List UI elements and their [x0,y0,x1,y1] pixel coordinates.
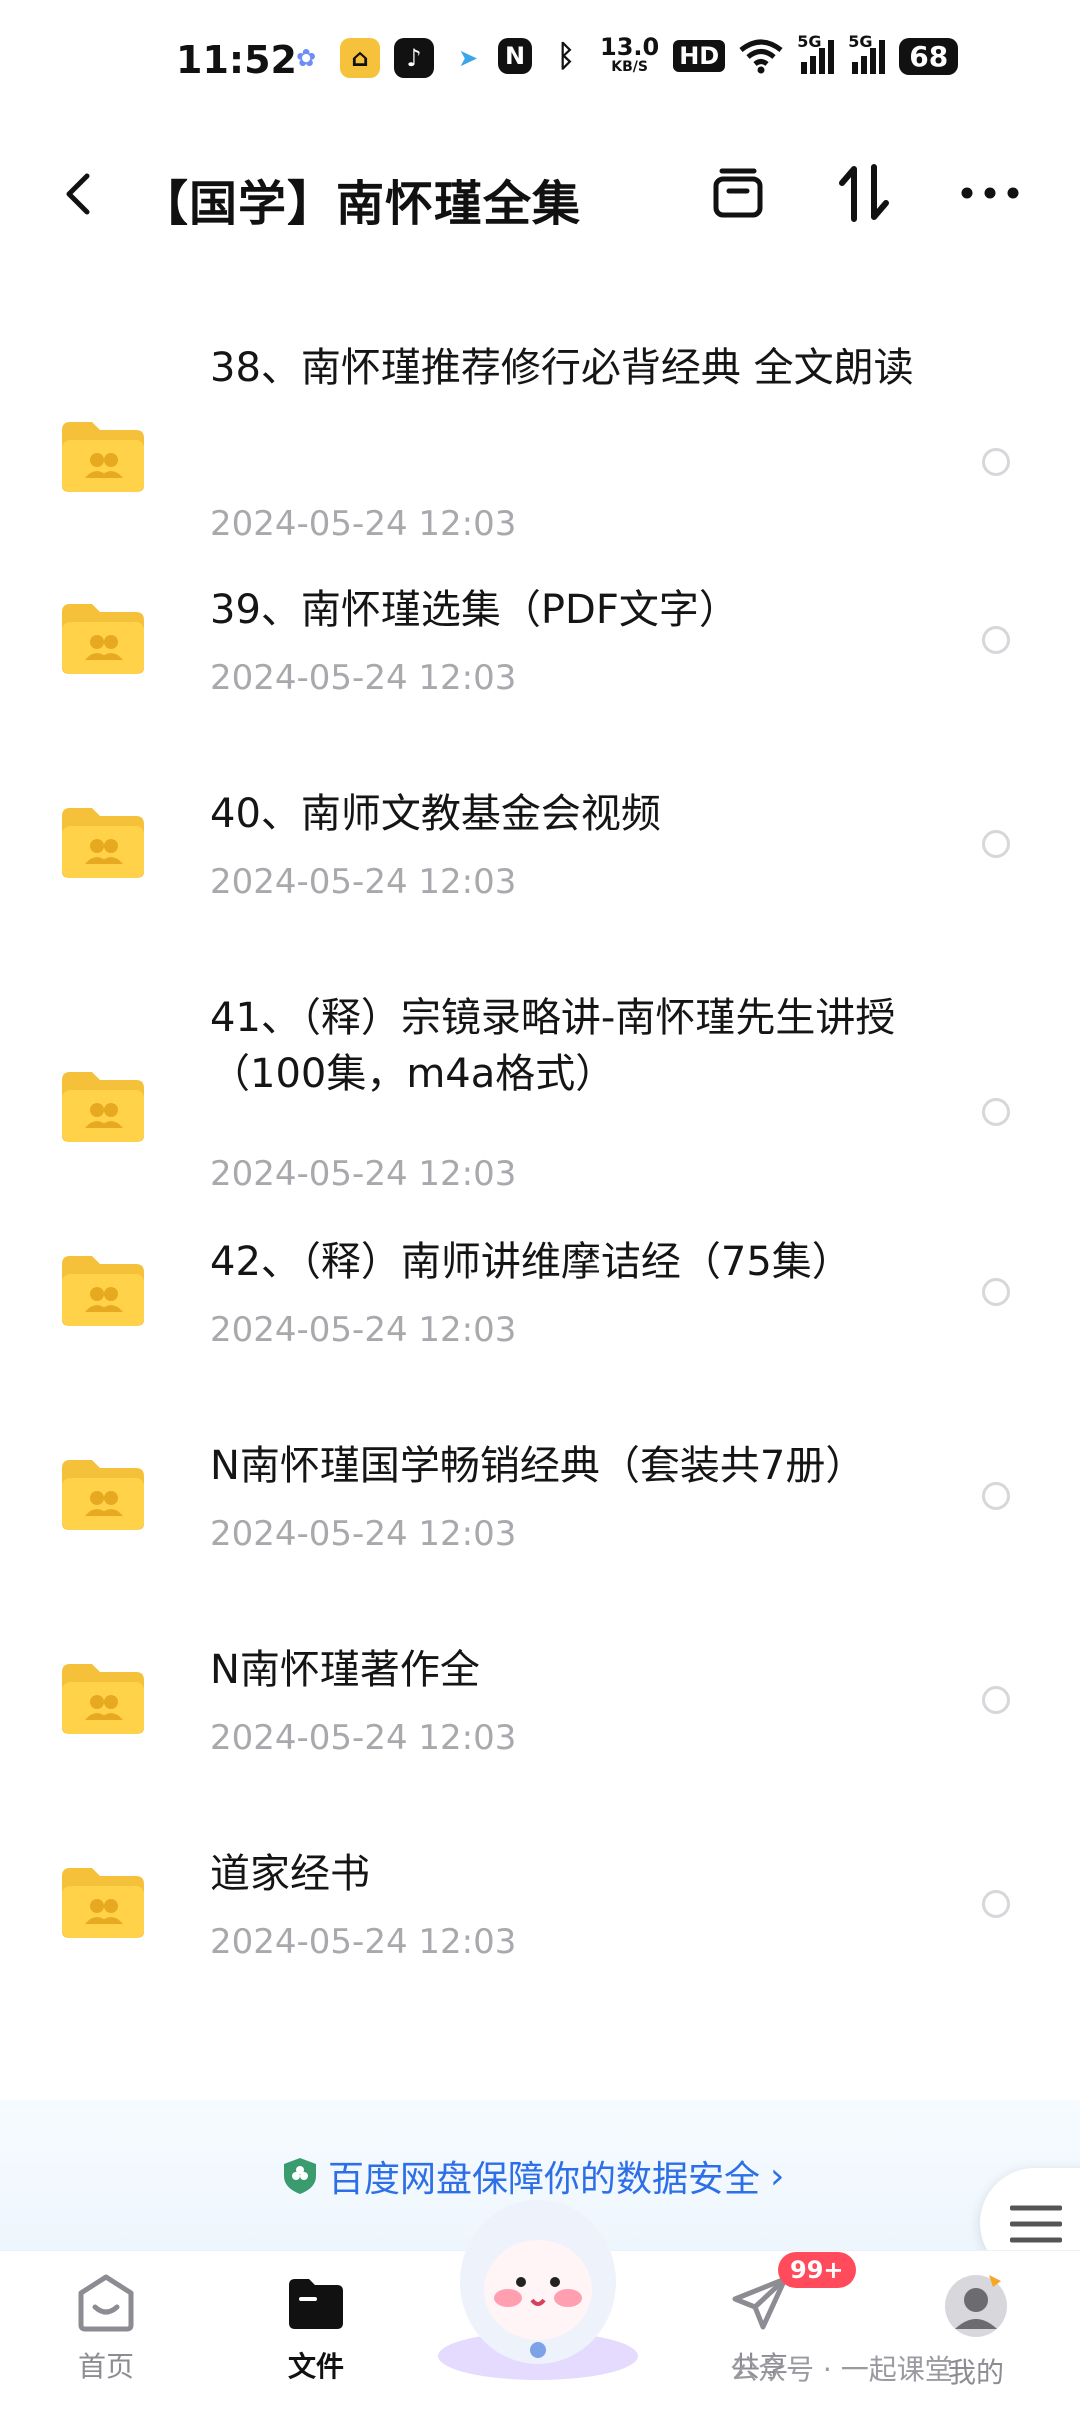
battery-indicator: 68 [899,37,959,75]
file-name: 41、（释）宗镜录略讲-南怀瑾先生讲授（100集，m4a格式） [210,995,896,1097]
bluetooth-icon: ᛒ [557,38,575,74]
mascot-center-button[interactable] [428,2186,648,2382]
tiktok-icon: ♪ [394,38,434,78]
telegram-icon: ➤ [457,44,479,72]
shared-folder-icon [62,604,144,674]
back-icon [66,173,90,215]
shared-folder-icon [62,808,144,878]
signal-5g-1-icon: 5G [797,32,835,74]
file-row[interactable]: 40、南师文教基金会视频 2024-05-24 12:03 [0,786,1080,906]
avatar [945,2275,1007,2337]
shield-icon [284,2158,316,2194]
wifi-icon [739,39,783,74]
select-checkbox[interactable] [982,626,1010,654]
chevron-right-icon: › [770,2155,785,2197]
file-date: 2024-05-24 12:03 [210,1154,517,1194]
file-date: 2024-05-24 12:03 [210,504,517,544]
page-title: 【国学】南怀瑾全集 [140,176,582,232]
share-badge: 99+ [778,2252,856,2288]
file-row[interactable]: N南怀瑾国学畅销经典（套装共7册） 2024-05-24 12:03 [0,1438,1080,1558]
file-row[interactable]: N南怀瑾著作全 2024-05-24 12:03 [0,1642,1080,1762]
nav-files-label: 文件 [287,2350,344,2383]
network-speed: 13.0 KB/S [600,33,660,76]
shared-folder-icon [62,422,144,492]
select-checkbox[interactable] [982,830,1010,858]
shared-folder-icon [62,1072,144,1142]
sort-icon [839,164,889,222]
home-icon [78,2274,134,2332]
file-name: 39、南怀瑾选集（PDF文字） [210,587,739,633]
system-icons: N ᛒ 13.0 KB/S HD 5G 5G 68 [498,32,959,76]
more-button[interactable] [955,158,1025,228]
select-checkbox[interactable] [982,1278,1010,1306]
back-button[interactable] [48,164,108,224]
shared-folder-icon [62,1460,144,1530]
signal-5g-2-icon: 5G [848,32,886,74]
shared-folder-icon [62,1256,144,1326]
file-row[interactable]: 41、（释）宗镜录略讲-南怀瑾先生讲授（100集，m4a格式） 2024-05-… [0,990,1080,1194]
folder-tab-icon [289,2279,343,2329]
file-name: 38、南怀瑾推荐修行必背经典 全文朗读 [210,345,914,391]
speed-value: 13.0 [600,33,660,61]
select-checkbox[interactable] [982,1686,1010,1714]
select-checkbox[interactable] [982,1482,1010,1510]
select-checkbox[interactable] [982,1890,1010,1918]
file-row[interactable]: 38、南怀瑾推荐修行必背经典 全文朗读 2024-05-24 12:03 [0,340,1080,544]
file-date: 2024-05-24 12:03 [210,862,517,902]
shared-folder-icon [62,1664,144,1734]
file-row[interactable]: 道家经书 2024-05-24 12:03 [0,1846,1080,1966]
more-icon [961,187,1019,199]
app-flower-icon: ✿ [295,44,317,72]
nav-files[interactable]: 文件 [236,2273,396,2385]
file-date: 2024-05-24 12:03 [210,1922,517,1962]
file-row[interactable]: 42、（释）南师讲维摩诘经（75集） 2024-05-24 12:03 [0,1234,1080,1354]
hd-icon: HD [673,40,726,72]
file-name: 40、南师文教基金会视频 [210,791,661,837]
file-name: N南怀瑾著作全 [210,1647,480,1693]
watermark: 公众号 · 一起课堂 [730,2353,953,2386]
select-all-icon [713,168,763,218]
signal-tag-2: 5G [848,32,873,51]
app-car-icon: ⌂ [340,38,380,78]
sort-button[interactable] [829,158,899,228]
file-date: 2024-05-24 12:03 [210,1310,517,1350]
signal-tag-1: 5G [797,32,822,51]
file-date: 2024-05-24 12:03 [210,1514,517,1554]
status-time: 11:52 [176,38,297,82]
file-name: 道家经书 [210,1851,370,1897]
nav-home-label: 首页 [77,2350,134,2383]
file-row[interactable]: 39、南怀瑾选集（PDF文字） 2024-05-24 12:03 [0,582,1080,702]
shared-folder-icon [62,1868,144,1938]
header: 【国学】南怀瑾全集 [0,140,1080,250]
nav-home[interactable]: 首页 [26,2273,186,2385]
file-date: 2024-05-24 12:03 [210,1718,517,1758]
file-name: N南怀瑾国学畅销经典（套装共7册） [210,1443,866,1489]
file-name: 42、（释）南师讲维摩诘经（75集） [210,1239,852,1285]
file-date: 2024-05-24 12:03 [210,658,517,698]
select-checkbox[interactable] [982,448,1010,476]
select-all-button[interactable] [703,158,773,228]
menu-lines-icon [1010,2205,1062,2243]
nfc-icon: N [498,38,532,74]
status-bar: 11:52 ✿ ⌂ ♪ ➤ N ᛒ 13.0 KB/S HD 5G 5G 68 [0,0,1080,124]
notification-icons: ✿ ⌂ ♪ ➤ [286,38,488,78]
select-checkbox[interactable] [982,1098,1010,1126]
